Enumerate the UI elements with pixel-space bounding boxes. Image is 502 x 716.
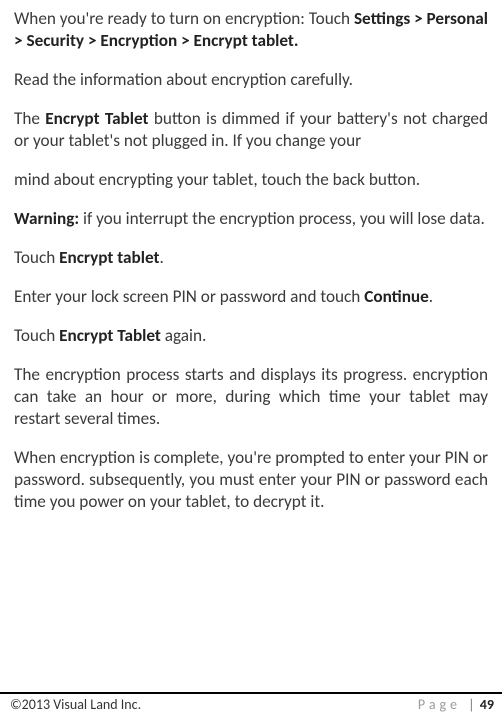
paragraph-encrypt-again: Touch Encrypt Tablet again. — [14, 325, 488, 347]
text-run: Touch — [14, 247, 59, 268]
bold-run: Warning: — [14, 208, 79, 229]
paragraph-progress: The encryption process starts and displa… — [14, 364, 488, 430]
manual-page: When you're ready to turn on encryption:… — [0, 0, 502, 716]
text-run: Touch — [14, 325, 59, 346]
text-run: again. — [161, 325, 206, 346]
paragraph-touch-encrypt: Touch Encrypt tablet. — [14, 247, 488, 269]
paragraph-mind: mind about encrypting your tablet, touch… — [14, 169, 488, 191]
paragraph-warning: Warning: if you interrupt the encryption… — [14, 208, 488, 230]
page-footer: ©2013 Visual Land Inc. Page | 49 — [0, 692, 502, 716]
footer-page-indicator: Page | 49 — [418, 696, 494, 713]
footer-separator: | — [468, 696, 474, 713]
footer-copyright: ©2013 Visual Land Inc. — [10, 696, 141, 713]
paragraph-intro: When you're ready to turn on encryption:… — [14, 8, 488, 52]
footer-page-label: Page — [418, 696, 461, 713]
paragraph-complete: When encryption is complete, you're prom… — [14, 447, 488, 513]
text-run: The — [14, 108, 45, 129]
text-run: . — [429, 286, 433, 307]
bold-run: Encrypt Tablet — [59, 325, 161, 346]
bold-run: Continue — [364, 286, 429, 307]
bold-run: Encrypt Tablet — [45, 108, 148, 129]
footer-page-number: 49 — [480, 696, 494, 713]
text-run: . — [159, 247, 163, 268]
paragraph-read-info: Read the information about encryption ca… — [14, 69, 488, 91]
text-run: Enter your lock screen PIN or password a… — [14, 286, 364, 307]
text-run: When you're ready to turn on encryption:… — [14, 8, 354, 29]
paragraph-continue: Enter your lock screen PIN or password a… — [14, 286, 488, 308]
text-run: if you interrupt the encryption process,… — [79, 208, 485, 229]
paragraph-dimmed: The Encrypt Tablet button is dimmed if y… — [14, 108, 488, 152]
bold-run: Encrypt tablet — [59, 247, 159, 268]
footer-divider — [0, 692, 502, 694]
